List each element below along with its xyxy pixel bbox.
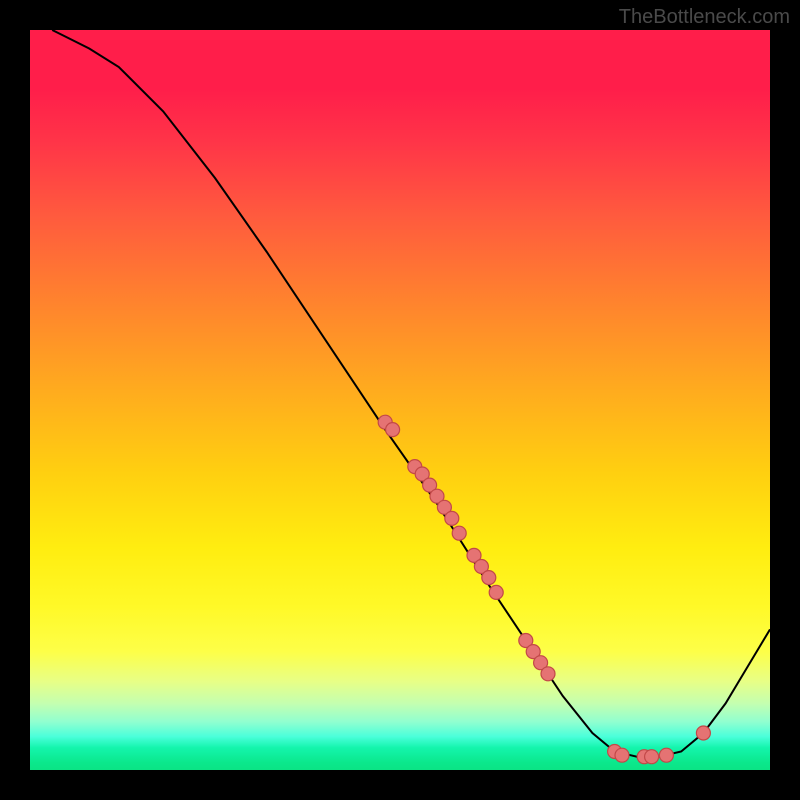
chart-container: TheBottleneck.com xyxy=(0,0,800,800)
data-marker xyxy=(645,750,659,764)
curve-line xyxy=(52,30,770,757)
data-marker xyxy=(659,748,673,762)
data-marker xyxy=(386,423,400,437)
marker-group xyxy=(378,415,710,764)
data-marker xyxy=(452,526,466,540)
plot-area xyxy=(30,30,770,770)
data-marker xyxy=(482,571,496,585)
data-marker xyxy=(696,726,710,740)
attribution-text: TheBottleneck.com xyxy=(619,6,790,29)
curve-svg xyxy=(30,30,770,770)
data-marker xyxy=(541,667,555,681)
data-marker xyxy=(445,511,459,525)
data-marker xyxy=(615,748,629,762)
data-marker xyxy=(489,585,503,599)
